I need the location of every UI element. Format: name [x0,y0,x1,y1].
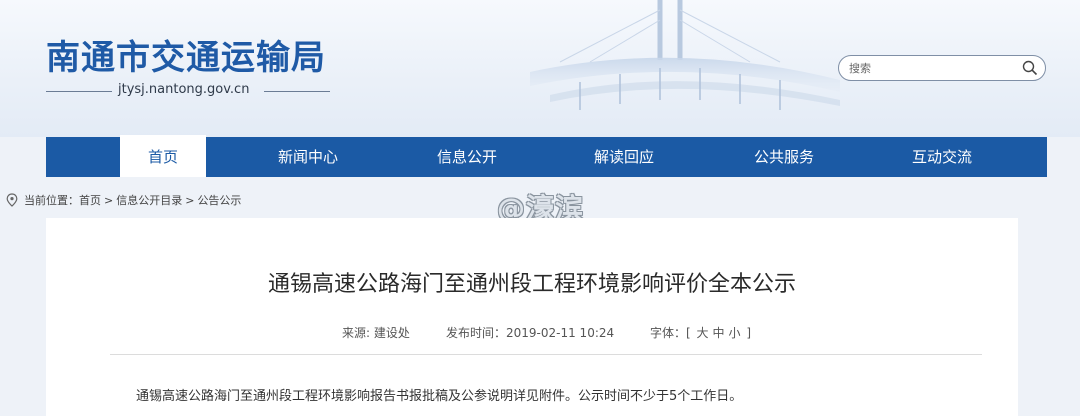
font-size-medium-button[interactable]: 中 [713,326,725,340]
article-title: 通锡高速公路海门至通州段工程环境影响评价全本公示 [267,272,796,297]
nav-item-info-public[interactable]: 信息公开 [417,137,517,177]
breadcrumb-label: 当前位置： [24,194,79,207]
nav-item-news[interactable]: 新闻中心 [258,137,358,177]
font-size-small-button[interactable]: 小 [729,326,741,340]
breadcrumb-item-home[interactable]: 首页 [79,192,101,208]
font-size-controls: 字体：[ 大中小 ] [650,324,751,341]
nav-item-interaction[interactable]: 互动交流 [892,137,992,177]
article-body: 通锡高速公路海门至通州段工程环境影响报告书报批稿及公参说明详见附件。公示时间不少… [136,389,743,404]
site-domain-row: jtysj.nantong.gov.cn [46,82,336,100]
breadcrumb-separator: > [185,193,195,207]
divider [110,354,982,355]
search-input[interactable] [847,59,1021,77]
font-size-large-button[interactable]: 大 [697,326,709,340]
site-domain: jtysj.nantong.gov.cn [118,82,250,97]
bridge-banner-image [530,0,840,110]
nav-item-home[interactable]: 首页 [120,135,206,177]
nav-item-interpretation[interactable]: 解读回应 [574,137,674,177]
location-pin-icon [6,193,18,207]
article-publish-time: 发布时间：2019-02-11 10:24 [446,326,615,340]
divider [264,91,330,92]
article-source: 来源: 建设处 [342,326,410,340]
font-size-bracket: ] [746,326,752,340]
article-panel: 通锡高速公路海门至通州段工程环境影响评价全本公示 来源: 建设处 发布时间：20… [46,218,1018,416]
breadcrumb-item-info-catalog[interactable]: 信息公开目录 [116,192,182,208]
site-header: 南通市交通运输局 jtysj.nantong.gov.cn [0,0,1080,137]
breadcrumb: 当前位置： 首页 > 信息公开目录 > 公告公示 [6,192,241,208]
divider [46,91,112,92]
site-title: 南通市交通运输局 [46,38,326,78]
nav-item-public-service[interactable]: 公共服务 [734,137,834,177]
breadcrumb-item-announcements[interactable]: 公告公示 [197,192,241,208]
breadcrumb-separator: > [104,193,114,207]
search-box [838,55,1046,81]
search-icon[interactable] [1022,60,1038,76]
font-size-label: 字体：[ [650,326,691,340]
main-nav: 首页 新闻中心 信息公开 解读回应 公共服务 互动交流 [46,135,1047,177]
